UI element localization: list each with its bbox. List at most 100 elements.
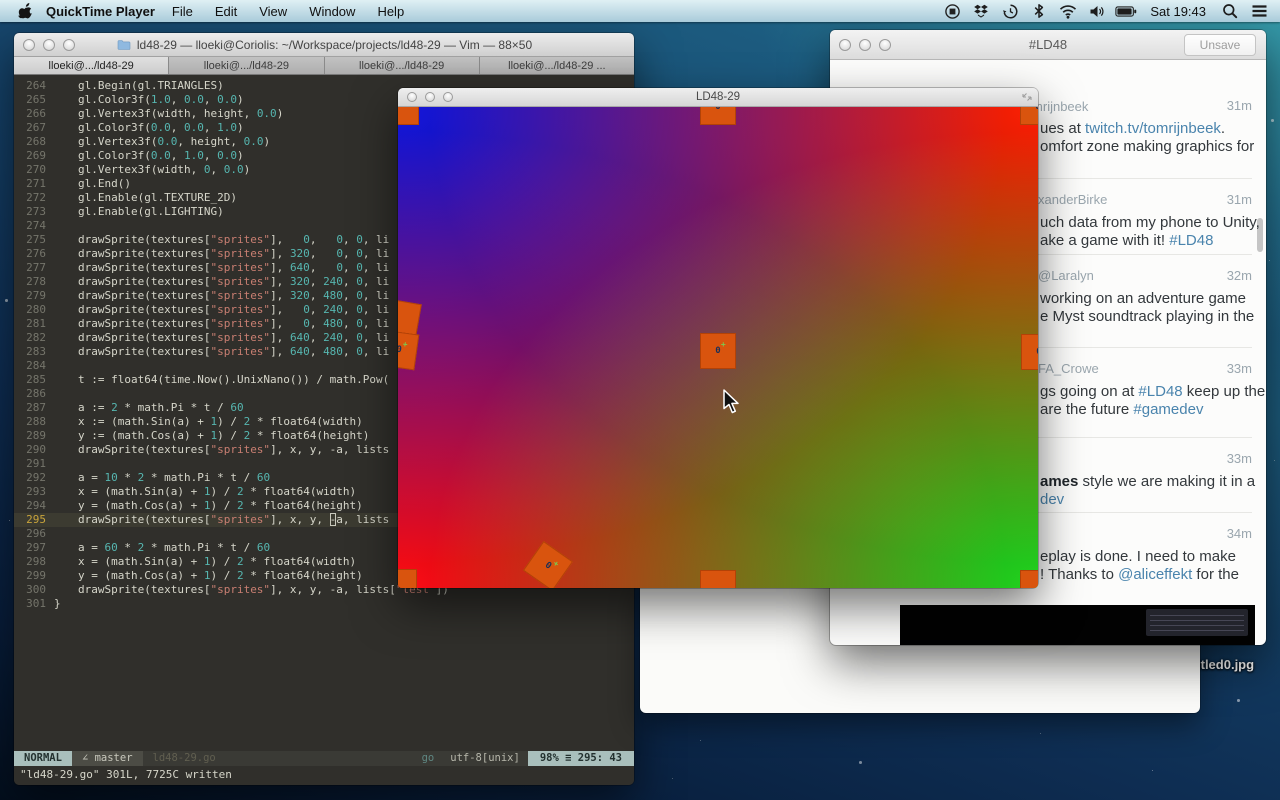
tweet-text: e Myst soundtrack playing in the: [1040, 308, 1254, 325]
tweet-link[interactable]: dev: [1040, 491, 1064, 508]
menu-file[interactable]: File: [161, 4, 204, 19]
tweet-text: keep up the: [1183, 383, 1266, 400]
wifi-icon[interactable]: [1057, 0, 1079, 22]
dropbox-icon[interactable]: [970, 0, 992, 22]
game-window[interactable]: LD48-29 +0+0+0+0+0+0: [398, 88, 1038, 588]
tweet-text-line: working on an adventure game: [1040, 290, 1246, 307]
tweet-text-line: dev: [1040, 491, 1064, 508]
tweet-text-line: eplay is done. I need to make: [1040, 548, 1236, 565]
close-button[interactable]: [23, 39, 35, 51]
zoom-button[interactable]: [443, 92, 453, 102]
spotlight-icon[interactable]: [1219, 0, 1241, 22]
game-sprite: +0: [1020, 107, 1038, 125]
tweet-author-handle[interactable]: xanderBirke: [1038, 192, 1107, 207]
terminal-tab[interactable]: lloeki@.../ld48-29: [169, 57, 324, 74]
status-icons: [941, 0, 1137, 22]
game-window-controls[interactable]: [407, 92, 453, 102]
tweet-author-handle[interactable]: @Laralyn: [1038, 268, 1094, 283]
tweet-text-line: are the future #gamedev: [1040, 401, 1203, 418]
tweet-timestamp: 31m: [1227, 192, 1252, 207]
active-app-name[interactable]: QuickTime Player: [46, 4, 155, 19]
terminal-titlebar[interactable]: ld48-29 — lloeki@Coriolis: ~/Workspace/p…: [14, 33, 634, 57]
sprite-anchor-mark: +: [721, 340, 726, 349]
tweet-text: for the: [1192, 566, 1239, 583]
code-line: 301}: [14, 597, 634, 611]
tweet-text: style we are making it in a: [1078, 473, 1255, 490]
game-sprite: +0: [398, 330, 419, 371]
terminal-window-controls[interactable]: [23, 39, 75, 51]
statusline-filename: ld48-29.go: [143, 751, 226, 766]
tweet-text: uch data from my phone to Unity,: [1040, 214, 1260, 231]
bluetooth-icon[interactable]: [1028, 0, 1050, 22]
menu-window[interactable]: Window: [298, 4, 366, 19]
statusline-spacer: [226, 751, 414, 766]
tweet-text: ake a game with it!: [1040, 232, 1169, 249]
notification-center-icon[interactable]: [1248, 0, 1270, 22]
tweet-text-line: ames style we are making it in a: [1040, 473, 1255, 490]
encoding-indicator: utf-8[unix]: [442, 751, 528, 766]
sprite-label: 0: [715, 107, 720, 112]
minimize-button[interactable]: [43, 39, 55, 51]
tweet-text-line: ! Thanks to @aliceffekt for the: [1040, 566, 1239, 583]
minimize-button[interactable]: [859, 39, 871, 51]
mouse-cursor: [722, 389, 740, 420]
menu-bar-status-area: Sat 19:43: [941, 0, 1270, 22]
zoom-button[interactable]: [879, 39, 891, 51]
record-stop-icon[interactable]: [941, 0, 963, 22]
battery-icon[interactable]: [1115, 0, 1137, 22]
tweet-media-image[interactable]: [900, 605, 1255, 645]
tweet-text-line: uch data from my phone to Unity,: [1040, 214, 1260, 231]
close-button[interactable]: [839, 39, 851, 51]
filetype-indicator: go: [414, 751, 443, 766]
system-icons: [1219, 0, 1270, 22]
sprite-label: 0: [398, 345, 402, 356]
game-sprite: +0: [700, 107, 736, 125]
tweet-text: working on an adventure game: [1040, 290, 1246, 307]
game-titlebar[interactable]: LD48-29: [398, 88, 1038, 107]
sprite-label: 0: [1036, 347, 1038, 357]
tweet-text-line: ues at twitch.tv/tomrijnbeek.: [1040, 120, 1225, 137]
menu-view[interactable]: View: [248, 4, 298, 19]
menu-bar-clock[interactable]: Sat 19:43: [1144, 4, 1212, 19]
tweet-text-line: ake a game with it! #LD48: [1040, 232, 1213, 249]
tweet-timestamp: 33m: [1227, 451, 1252, 466]
tweet-link[interactable]: twitch.tv/tomrijnbeek: [1085, 120, 1221, 137]
twitter-window-controls[interactable]: [839, 39, 891, 51]
menu-items: FileEditViewWindowHelp: [161, 4, 415, 19]
tweet-link[interactable]: @aliceffekt: [1118, 566, 1192, 583]
terminal-tab[interactable]: lloeki@.../ld48-29 ...: [480, 57, 634, 74]
terminal-tab[interactable]: lloeki@.../ld48-29: [325, 57, 480, 74]
tweet-link[interactable]: #LD48: [1169, 232, 1213, 249]
tweet-link[interactable]: #gamedev: [1133, 401, 1203, 418]
twitter-titlebar[interactable]: #LD48 Unsave: [830, 30, 1266, 60]
tweet-timestamp: 33m: [1227, 361, 1252, 376]
volume-icon[interactable]: [1086, 0, 1108, 22]
game-window-title: LD48-29: [696, 91, 740, 103]
unsave-button[interactable]: Unsave: [1184, 34, 1256, 56]
apple-menu[interactable]: [18, 3, 32, 19]
game-sprite: [1020, 570, 1038, 588]
game-canvas[interactable]: +0+0+0+0+0+0: [398, 107, 1038, 588]
terminal-window-title: ld48-29 — lloeki@Coriolis: ~/Workspace/p…: [137, 38, 532, 52]
terminal-tab[interactable]: lloeki@.../ld48-29: [14, 57, 169, 74]
tweet-link[interactable]: #LD48: [1138, 383, 1182, 400]
game-sprite: +0: [523, 541, 573, 588]
menu-help[interactable]: Help: [366, 4, 415, 19]
folder-icon: [116, 37, 132, 53]
desktop-file-label[interactable]: itled0.jpg: [1197, 657, 1254, 672]
sprite-label: 0: [715, 346, 720, 356]
tweet-timestamp: 34m: [1227, 526, 1252, 541]
resize-icon[interactable]: [1021, 91, 1033, 106]
terminal-tab-bar[interactable]: lloeki@.../ld48-29lloeki@.../ld48-29lloe…: [14, 57, 634, 75]
vim-message-line: "ld48-29.go" 301L, 7725C written: [20, 768, 232, 783]
close-button[interactable]: [407, 92, 417, 102]
sprite-anchor-mark: +: [402, 340, 408, 350]
minimize-button[interactable]: [425, 92, 435, 102]
git-branch-indicator: ∠ master: [72, 751, 143, 766]
tweet-author-handle[interactable]: FA_Crowe: [1038, 361, 1099, 376]
tweet-timestamp: 32m: [1227, 268, 1252, 283]
time-machine-icon[interactable]: [999, 0, 1021, 22]
zoom-button[interactable]: [63, 39, 75, 51]
tweet-text: are the future: [1040, 401, 1133, 418]
menu-edit[interactable]: Edit: [204, 4, 248, 19]
